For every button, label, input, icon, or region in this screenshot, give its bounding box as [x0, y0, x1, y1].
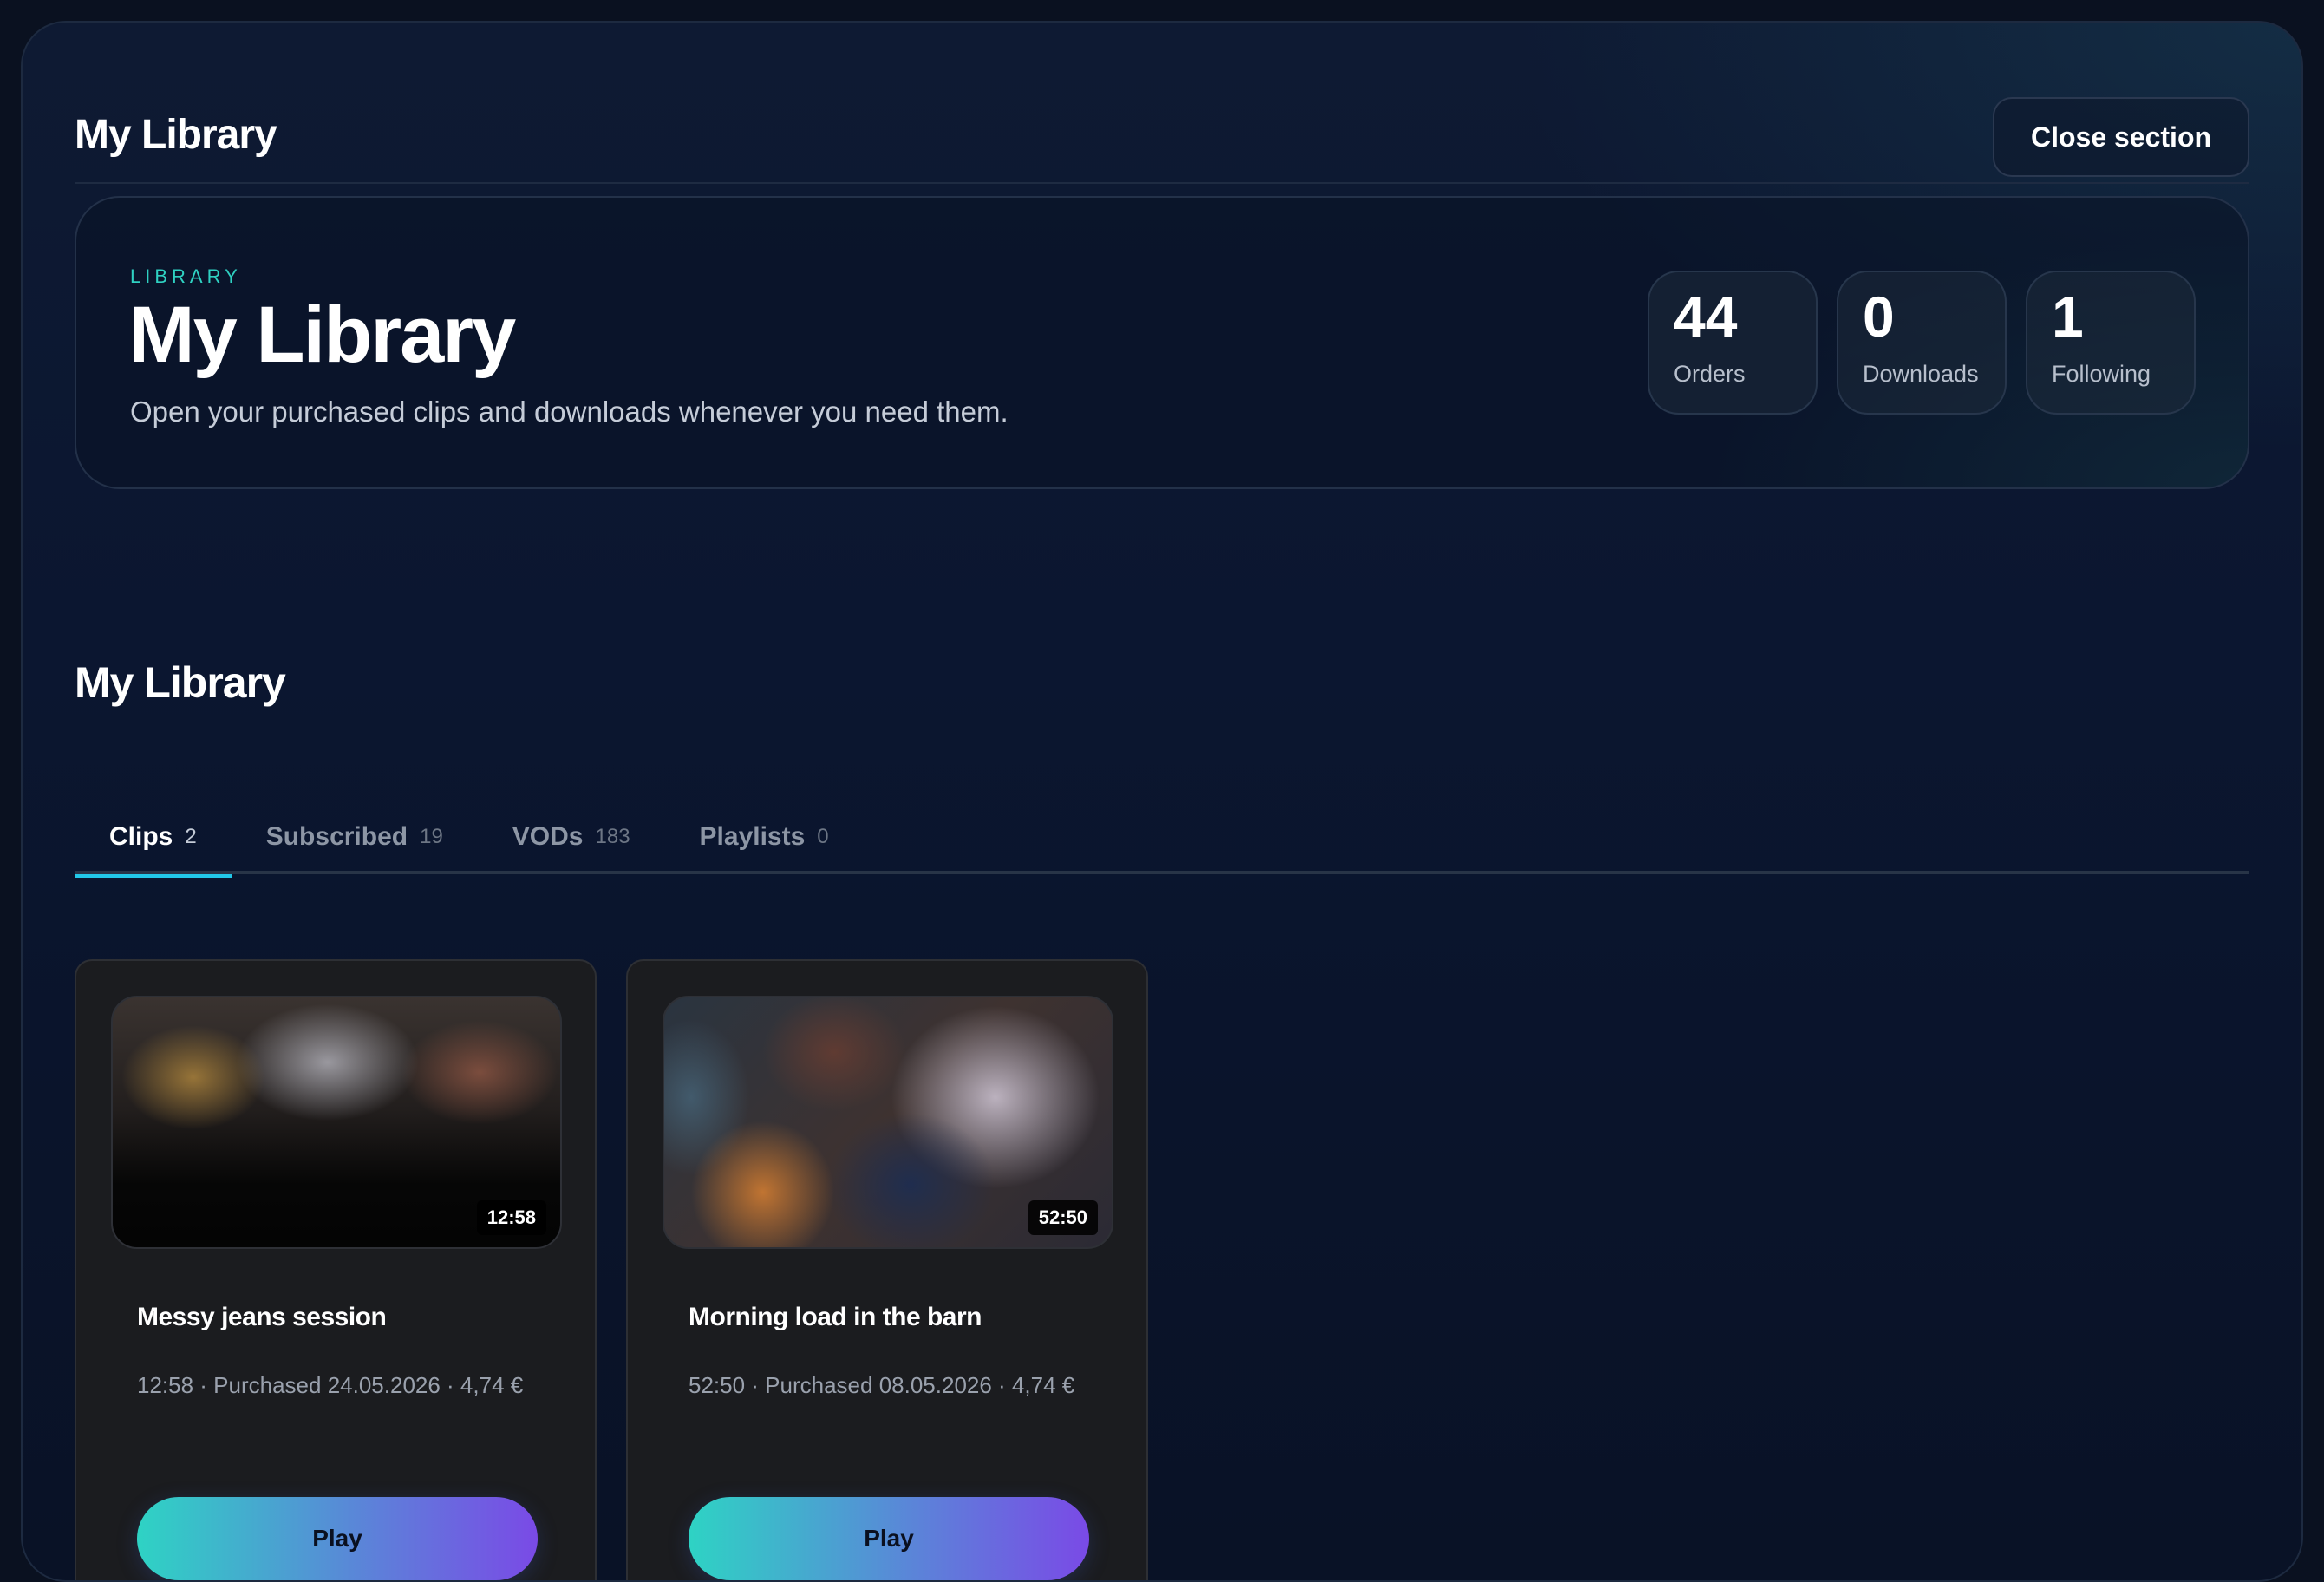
tab-label: Subscribed: [265, 822, 408, 851]
stat-label: Downloads: [1863, 361, 1979, 387]
stat-value: 0: [1863, 284, 1895, 349]
clip-card: 52:50 Morning load in the barn 52:50 · P…: [626, 959, 1148, 1580]
hero-subtitle: Open your purchased clips and downloads …: [130, 396, 1009, 428]
clip-meta: 52:50 · Purchased 08.05.2026 · 4,74 €: [689, 1372, 1075, 1398]
tab-count: 2: [185, 825, 197, 848]
clip-thumbnail[interactable]: 52:50: [663, 996, 1113, 1249]
tab-playlists[interactable]: Playlists 0: [665, 800, 864, 874]
stat-value: 1: [2052, 284, 2084, 349]
stat-label: Orders: [1674, 361, 1746, 387]
tab-count: 19: [420, 825, 443, 848]
library-hero: LIBRARY My Library Open your purchased c…: [75, 196, 2249, 489]
stat-label: Following: [2052, 361, 2151, 387]
clip-meta: 12:58 · Purchased 24.05.2026 · 4,74 €: [137, 1372, 524, 1398]
panel-title: My Library: [75, 112, 277, 158]
tab-label: Clips: [109, 822, 173, 851]
play-button[interactable]: Play: [689, 1497, 1089, 1580]
duration-badge: 52:50: [1028, 1200, 1098, 1235]
clip-card: 12:58 Messy jeans session 12:58 · Purcha…: [75, 959, 597, 1580]
close-section-button[interactable]: Close section: [1993, 97, 2249, 177]
hero-eyebrow: LIBRARY: [130, 265, 242, 287]
tab-count: 183: [595, 825, 630, 848]
clip-grid: 12:58 Messy jeans session 12:58 · Purcha…: [75, 959, 1148, 1580]
tab-label: VODs: [512, 822, 584, 851]
section-title: My Library: [75, 658, 286, 707]
panel-header: My Library Close section: [75, 75, 2249, 184]
stat-following: 1 Following: [2026, 271, 2196, 415]
tab-clips[interactable]: Clips 2: [75, 800, 232, 878]
clip-title[interactable]: Messy jeans session: [137, 1303, 553, 1332]
tab-label: Playlists: [699, 822, 806, 851]
play-button[interactable]: Play: [137, 1497, 538, 1580]
stat-orders: 44 Orders: [1648, 271, 1818, 415]
hero-title: My Library: [128, 291, 516, 379]
library-tabs: Clips 2 Subscribed 19 VODs 183 Playlists…: [75, 800, 2249, 878]
stat-value: 44: [1674, 284, 1738, 349]
duration-badge: 12:58: [476, 1200, 546, 1235]
stat-downloads: 0 Downloads: [1837, 271, 2007, 415]
clip-title[interactable]: Morning load in the barn: [689, 1303, 1105, 1332]
stats-group: 44 Orders 0 Downloads 1 Following: [1648, 271, 2196, 415]
clip-thumbnail[interactable]: 12:58: [111, 996, 562, 1249]
library-panel: My Library Close section LIBRARY My Libr…: [21, 21, 2303, 1582]
tab-count: 0: [817, 825, 829, 848]
tab-vods[interactable]: VODs 183: [478, 800, 665, 874]
tab-subscribed[interactable]: Subscribed 19: [232, 800, 478, 874]
